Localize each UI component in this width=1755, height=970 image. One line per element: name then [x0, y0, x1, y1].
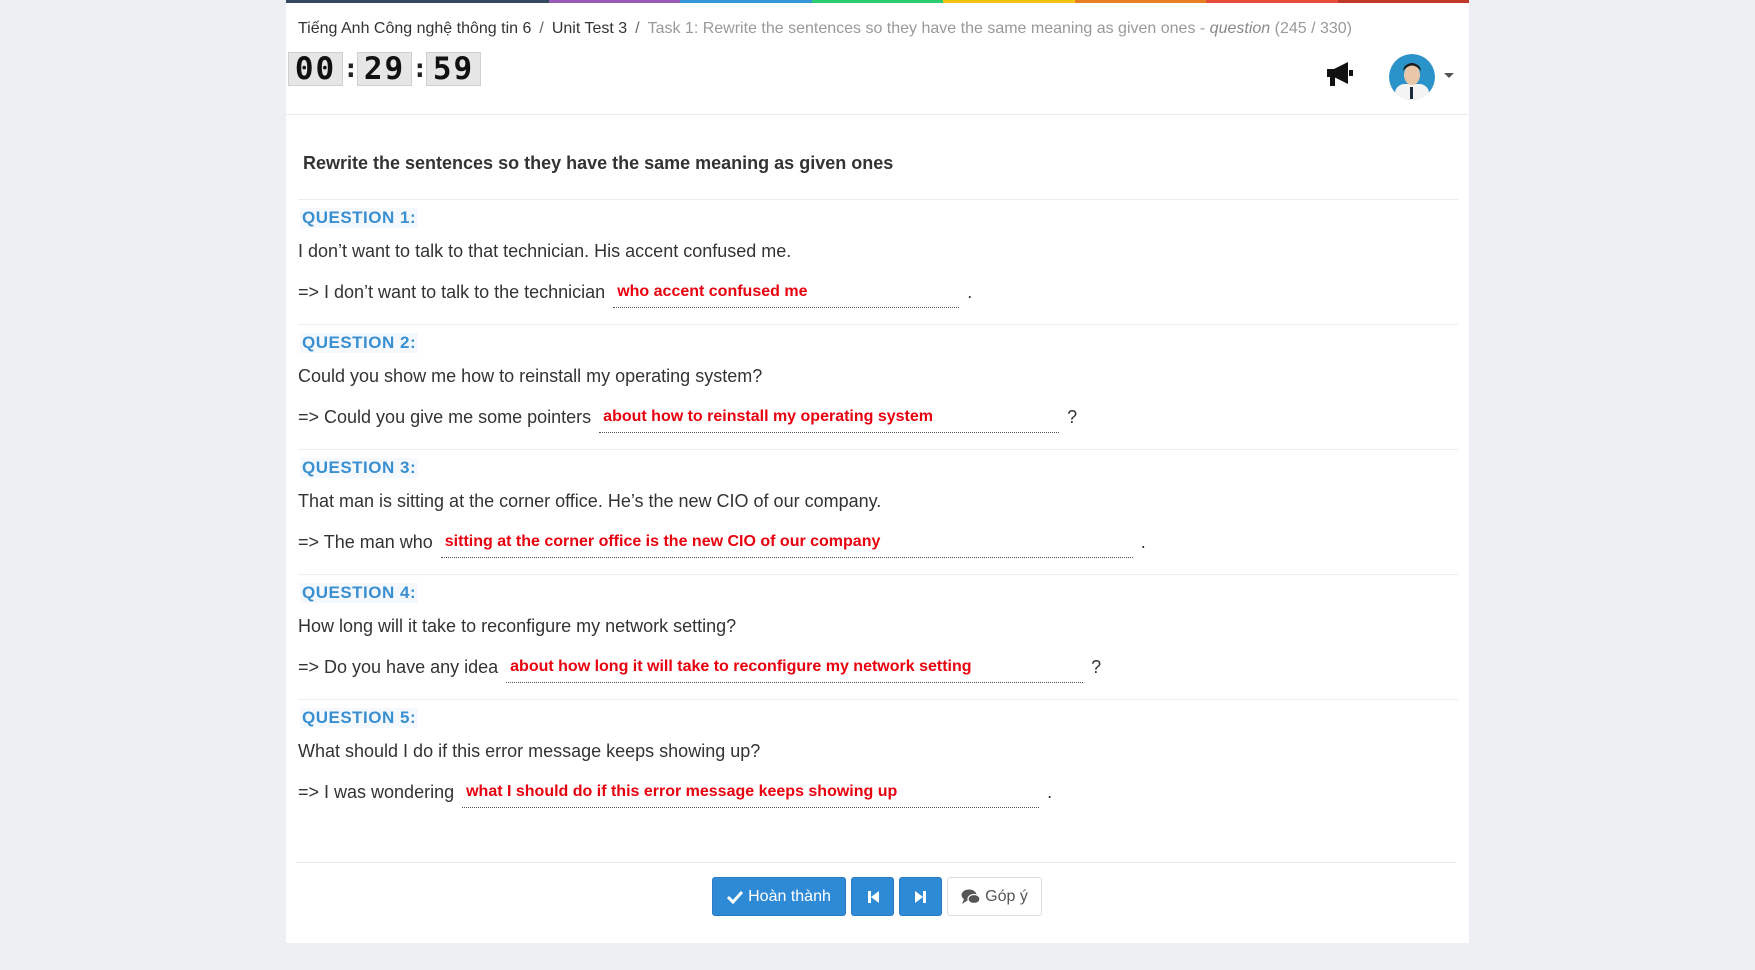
timer-seconds: 59	[426, 52, 481, 86]
question-prompt: => I was wondering	[298, 782, 455, 802]
previous-question-button[interactable]	[851, 877, 894, 916]
timer-hours: 00	[288, 52, 343, 86]
question-rewrite-line: => I don’t want to talk to the technicia…	[298, 282, 972, 308]
action-buttons: Hoàn thành Góp ý	[712, 877, 1042, 916]
footer-divider	[296, 862, 1456, 863]
question-prompt: => The man who	[298, 532, 433, 552]
countdown-timer: 00 : 29 : 59	[288, 52, 481, 86]
color-strip	[286, 0, 1469, 3]
question-prompt: => Could you give me some pointers	[298, 407, 592, 427]
avatar[interactable]	[1389, 54, 1435, 100]
question-label: QUESTION 5:	[300, 708, 419, 728]
question-block: QUESTION 2: Could you show me how to rei…	[298, 325, 1458, 450]
breadcrumb: Tiếng Anh Công nghệ thông tin 6 / Unit Tes…	[298, 20, 1352, 38]
skip-back-icon	[867, 890, 879, 903]
breadcrumb-task: Task 1: Rewrite the sentences so they ha…	[647, 20, 1210, 37]
feedback-button[interactable]: Góp ý	[947, 877, 1042, 916]
question-block: QUESTION 1: I don’t want to talk to that…	[298, 200, 1458, 325]
quiz-card: Tiếng Anh Công nghệ thông tin 6 / Unit Tes…	[286, 0, 1469, 943]
caret-down-icon[interactable]	[1444, 73, 1454, 78]
breadcrumb-separator: /	[635, 20, 640, 37]
breadcrumb-progress: (245 / 330)	[1270, 20, 1352, 37]
megaphone-icon[interactable]	[1324, 60, 1356, 88]
question-end: ?	[1091, 657, 1102, 677]
question-rewrite-line: => I was wondering what I should do if t…	[298, 782, 1052, 808]
answer-input[interactable]: about how long it will take to reconfigu…	[506, 657, 1084, 683]
question-block: QUESTION 4: How long will it take to rec…	[298, 575, 1458, 700]
finish-button[interactable]: Hoàn thành	[712, 877, 846, 916]
skip-forward-icon	[914, 890, 926, 903]
question-label: QUESTION 2:	[300, 333, 419, 353]
answer-input[interactable]: about how to reinstall my operating syst…	[599, 407, 1060, 433]
question-original: How long will it take to reconfigure my …	[298, 616, 737, 636]
comments-icon	[961, 889, 981, 904]
question-original: What should I do if this error message k…	[298, 741, 761, 761]
header-divider	[286, 114, 1469, 115]
timer-colon: :	[343, 54, 359, 84]
question-end: .	[1140, 532, 1146, 552]
next-question-button[interactable]	[899, 877, 942, 916]
question-rewrite-line: => The man who sitting at the corner off…	[298, 532, 1146, 558]
question-end: .	[1047, 782, 1053, 802]
breadcrumb-unit[interactable]: Unit Test 3	[552, 20, 627, 37]
task-title: Rewrite the sentences so they have the s…	[298, 140, 1458, 200]
answer-input[interactable]: sitting at the corner office is the new …	[440, 532, 1133, 558]
finish-label: Hoàn thành	[748, 887, 831, 905]
question-prompt: => I don’t want to talk to the technicia…	[298, 282, 606, 302]
question-rewrite-line: => Could you give me some pointers about…	[298, 407, 1077, 433]
question-block: QUESTION 5: What should I do if this err…	[298, 700, 1458, 825]
breadcrumb-separator: /	[539, 20, 544, 37]
timer-minutes: 29	[357, 52, 412, 86]
task-content: Rewrite the sentences so they have the s…	[298, 140, 1458, 825]
breadcrumb-course[interactable]: Tiếng Anh Công nghệ thông tin 6	[298, 20, 531, 37]
feedback-label: Góp ý	[985, 887, 1028, 905]
breadcrumb-current: Task 1: Rewrite the sentences so they ha…	[648, 20, 1352, 37]
question-block: QUESTION 3: That man is sitting at the c…	[298, 450, 1458, 575]
timer-colon: :	[412, 54, 428, 84]
question-end: .	[967, 282, 973, 302]
breadcrumb-question-word: question	[1209, 20, 1271, 37]
question-rewrite-line: => Do you have any idea about how long i…	[298, 657, 1101, 683]
question-original: Could you show me how to reinstall my op…	[298, 366, 763, 386]
question-label: QUESTION 3:	[300, 458, 419, 478]
answer-input[interactable]: who accent confused me	[613, 282, 960, 308]
check-icon	[727, 890, 744, 904]
question-label: QUESTION 1:	[300, 208, 419, 228]
question-original: That man is sitting at the corner office…	[298, 491, 882, 511]
question-prompt: => Do you have any idea	[298, 657, 499, 677]
answer-input[interactable]: what I should do if this error message k…	[462, 782, 1040, 808]
question-original: I don’t want to talk to that technician.…	[298, 241, 792, 261]
question-label: QUESTION 4:	[300, 583, 419, 603]
question-end: ?	[1067, 407, 1078, 427]
